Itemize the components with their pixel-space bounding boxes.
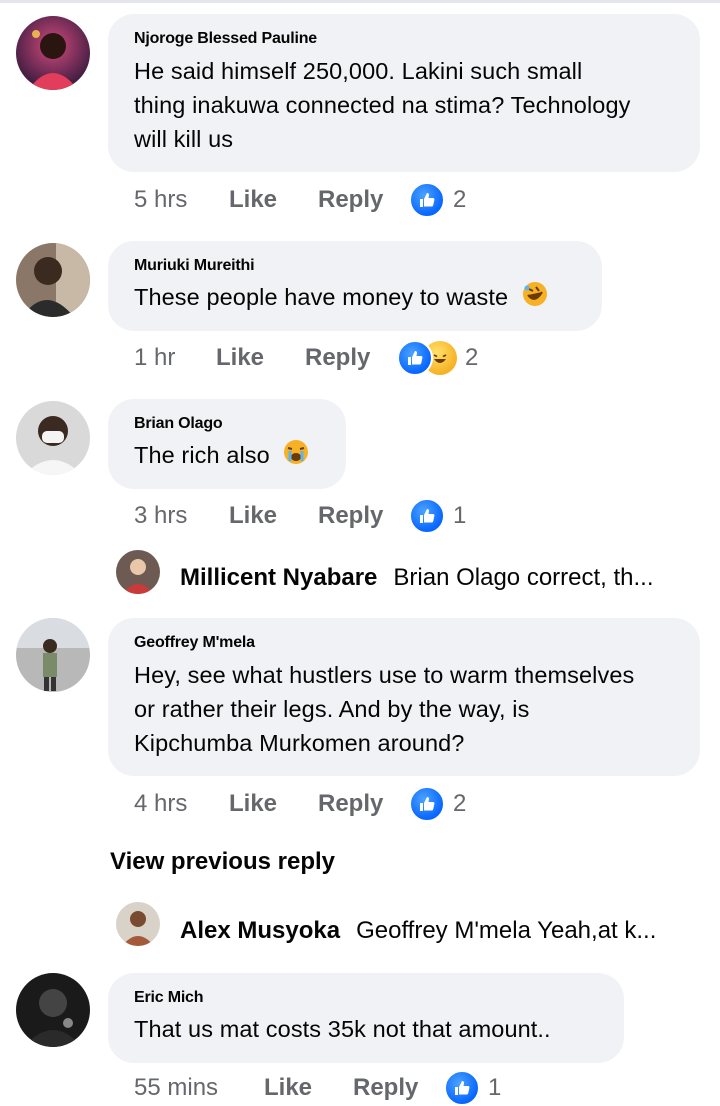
reaction-summary[interactable]: 1 — [444, 1070, 501, 1106]
comment-bubble: Eric Mich That us mat costs 35k not that… — [108, 973, 624, 1063]
rolling-laughing-emoji — [521, 280, 549, 317]
comment-author[interactable]: Muriuki Mureithi — [134, 257, 576, 275]
reaction-count: 2 — [453, 790, 467, 817]
comment-bubble: Geoffrey M'mela Hey, see what hustlers u… — [108, 618, 700, 776]
comment-actions: 4 hrs Like Reply 2 — [134, 786, 466, 822]
avatar[interactable] — [16, 973, 90, 1047]
reaction-count: 1 — [453, 502, 467, 529]
reaction-summary[interactable]: 2 — [397, 340, 478, 376]
like-icon — [409, 182, 445, 218]
comment-time[interactable]: 5 hrs — [134, 186, 229, 214]
reaction-summary[interactable]: 2 — [409, 786, 466, 822]
top-divider — [0, 0, 720, 3]
like-icon — [397, 340, 433, 376]
comment-text: The rich also — [134, 438, 320, 475]
reply-button[interactable]: Reply — [305, 344, 397, 372]
like-button[interactable]: Like — [229, 502, 318, 530]
comment-author[interactable]: Geoffrey M'mela — [134, 634, 674, 652]
reply-button[interactable]: Reply — [318, 790, 409, 818]
avatar[interactable] — [16, 16, 90, 90]
comment-author[interactable]: Eric Mich — [134, 989, 598, 1007]
comment-author[interactable]: Brian Olago — [134, 415, 320, 433]
reaction-summary[interactable]: 1 — [409, 498, 466, 534]
reply-preview[interactable]: Alex Musyoka Geoffrey M'mela Yeah,at k..… — [180, 909, 656, 953]
avatar[interactable] — [116, 550, 160, 594]
reply-author[interactable]: Alex Musyoka — [180, 917, 340, 945]
reaction-count: 2 — [465, 344, 479, 371]
comment-actions: 3 hrs Like Reply 1 — [134, 498, 466, 534]
reaction-count: 2 — [453, 186, 467, 213]
like-icon — [409, 786, 445, 822]
comment-actions: 55 mins Like Reply 1 — [134, 1070, 501, 1106]
comment-time[interactable]: 4 hrs — [134, 790, 229, 818]
reply-text: Geoffrey M'mela Yeah,at k... — [356, 917, 657, 944]
like-button[interactable]: Like — [216, 344, 305, 372]
avatar[interactable] — [16, 243, 90, 317]
like-button[interactable]: Like — [229, 790, 318, 818]
comment-text: That us mat costs 35k not that amount.. — [134, 1016, 551, 1042]
comment-bubble: Brian Olago The rich also — [108, 399, 346, 489]
comment-text: These people have money to waste — [134, 280, 576, 317]
comment-author[interactable]: Njoroge Blessed Pauline — [134, 30, 674, 48]
like-icon — [444, 1070, 480, 1106]
comment-time[interactable]: 1 hr — [134, 344, 216, 372]
comment-text: Hey, see what hustlers use to warm thems… — [134, 662, 635, 756]
comment-time[interactable]: 3 hrs — [134, 502, 229, 530]
like-icon — [409, 498, 445, 534]
reply-button[interactable]: Reply — [318, 186, 409, 214]
avatar[interactable] — [16, 401, 90, 475]
reply-text: Brian Olago correct, th... — [393, 564, 654, 591]
reply-preview[interactable]: Millicent Nyabare Brian Olago correct, t… — [180, 556, 654, 600]
reply-button[interactable]: Reply — [318, 502, 409, 530]
comment-actions: 1 hr Like Reply 2 — [134, 340, 478, 376]
reaction-summary[interactable]: 2 — [409, 182, 466, 218]
comment-bubble: Njoroge Blessed Pauline He said himself … — [108, 14, 700, 172]
crying-face-emoji — [282, 438, 310, 475]
view-previous-reply-link[interactable]: View previous reply — [110, 848, 335, 876]
like-button[interactable]: Like — [229, 186, 318, 214]
reply-author[interactable]: Millicent Nyabare — [180, 564, 377, 592]
comment-bubble: Muriuki Mureithi These people have money… — [108, 241, 602, 331]
avatar[interactable] — [116, 902, 160, 946]
avatar[interactable] — [16, 618, 90, 692]
comment-text: He said himself 250,000. Lakini such sma… — [134, 58, 631, 152]
comment-actions: 5 hrs Like Reply 2 — [134, 182, 466, 218]
